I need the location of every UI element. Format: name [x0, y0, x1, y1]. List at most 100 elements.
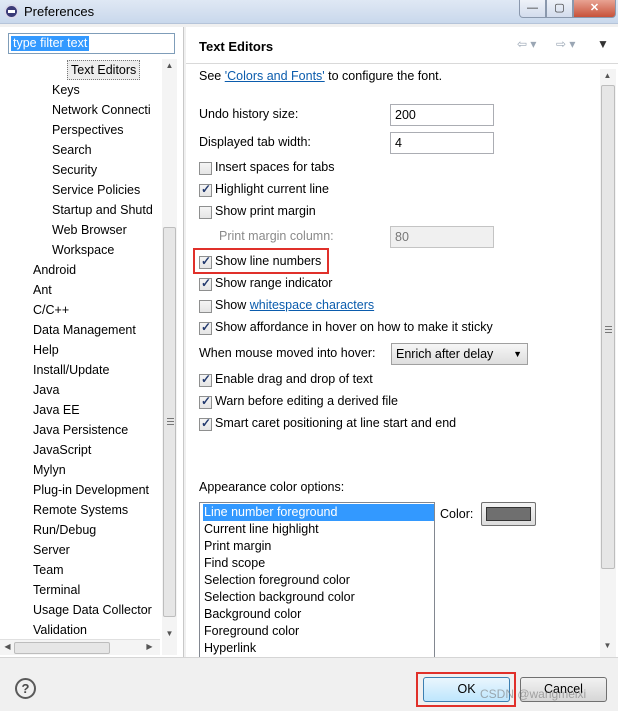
line-numbers-label: Show line numbers [215, 254, 322, 268]
forward-arrow-icon[interactable]: ⇨ ▾ [556, 37, 575, 51]
print-margin-label: Show print margin [215, 204, 316, 218]
smart-caret-checkbox[interactable] [199, 416, 212, 431]
color-picker-button[interactable] [481, 502, 536, 526]
tree-item-search[interactable]: Search [52, 140, 92, 160]
scroll-up-arrow-icon[interactable]: ▲ [162, 61, 177, 70]
tree-item-terminal[interactable]: Terminal [33, 580, 80, 600]
warn-derived-label: Warn before editing a derived file [215, 394, 398, 408]
tree-item-usage-data-collector[interactable]: Usage Data Collector [33, 600, 152, 620]
dialog-button-bar: ? OK Cancel CSDN @wangmeixi [0, 657, 618, 711]
tree-item-mylyn[interactable]: Mylyn [33, 460, 66, 480]
hover-behavior-select[interactable]: Enrich after delay ▼ [391, 343, 528, 365]
list-item[interactable]: Current line highlight [203, 521, 434, 538]
filter-input[interactable]: type filter text [8, 33, 175, 54]
insert-spaces-checkbox[interactable] [199, 162, 212, 175]
print-margin-column-input: 80 [390, 226, 494, 248]
appearance-color-list[interactable]: Line number foreground Current line high… [199, 502, 435, 657]
tree-vertical-scrollbar[interactable]: ▲ ▼ [162, 59, 177, 655]
tab-width-input[interactable]: 4 [390, 132, 494, 154]
list-item[interactable]: Line number foreground [203, 504, 434, 521]
tree-item-server[interactable]: Server [33, 540, 70, 560]
affordance-label: Show affordance in hover on how to make … [215, 320, 493, 334]
tree-item-run-debug[interactable]: Run/Debug [33, 520, 96, 540]
tree-item-java-ee[interactable]: Java EE [33, 400, 80, 420]
tree-item-java[interactable]: Java [33, 380, 59, 400]
insert-spaces-label: Insert spaces for tabs [215, 160, 335, 174]
chevron-down-icon: ▼ [513, 349, 522, 359]
whitespace-label: Show whitespace characters [215, 298, 375, 312]
tree-item-javascript[interactable]: JavaScript [33, 440, 91, 460]
scroll-up-arrow-icon[interactable]: ▲ [600, 71, 615, 80]
tree-item-text-editors[interactable]: Text Editors [67, 60, 141, 80]
scroll-right-arrow-icon[interactable]: ▶ [142, 642, 157, 651]
tree-item-install-update[interactable]: Install/Update [33, 360, 109, 380]
range-indicator-label: Show range indicator [215, 276, 333, 290]
help-icon[interactable]: ? [15, 678, 36, 699]
view-menu-icon[interactable]: ▼ [597, 37, 609, 51]
tree-hscroll-thumb[interactable] [14, 642, 110, 654]
warn-derived-checkbox[interactable] [199, 394, 212, 409]
title-bar: Preferences — ▢ ✕ [0, 0, 618, 24]
colors-fonts-link[interactable]: 'Colors and Fonts' [225, 69, 325, 83]
mouse-moved-label: When mouse moved into hover: [199, 346, 376, 360]
tree-item-web-browser[interactable]: Web Browser [52, 220, 127, 240]
undo-history-input[interactable]: 200 [390, 104, 494, 126]
drag-drop-checkbox[interactable] [199, 372, 212, 387]
list-item[interactable]: Foreground color [203, 623, 434, 640]
tree-scroll-thumb[interactable] [163, 227, 176, 617]
scroll-down-arrow-icon[interactable]: ▼ [162, 629, 177, 638]
tree-item-network-connections[interactable]: Network Connecti [52, 100, 151, 120]
tree-item-perspectives[interactable]: Perspectives [52, 120, 124, 140]
whitespace-characters-link[interactable]: whitespace characters [250, 298, 374, 312]
tree-item-validation[interactable]: Validation [33, 620, 87, 639]
settings-vertical-scrollbar[interactable]: ▲ ▼ [600, 69, 616, 657]
list-item[interactable]: Selection background color [203, 589, 434, 606]
scroll-left-arrow-icon[interactable]: ◀ [0, 642, 15, 651]
tree-item-cpp[interactable]: C/C++ [33, 300, 69, 320]
tree-item-ant[interactable]: Ant [33, 280, 52, 300]
tree-item-security[interactable]: Security [52, 160, 97, 180]
back-arrow-icon[interactable]: ⇦ ▾ [517, 37, 536, 51]
maximize-button[interactable]: ▢ [546, 0, 573, 18]
tree-item-service-policies[interactable]: Service Policies [52, 180, 140, 200]
settings-scroll-thumb[interactable] [601, 85, 615, 569]
print-margin-column-label: Print margin column: [219, 229, 334, 243]
list-item[interactable]: Selection foreground color [203, 572, 434, 589]
page-title: Text Editors [199, 39, 274, 54]
tree-item-remote-systems[interactable]: Remote Systems [33, 500, 128, 520]
tree-horizontal-scrollbar[interactable]: ◀ ▶ [0, 639, 160, 655]
tree-item-java-persistence[interactable]: Java Persistence [33, 420, 128, 440]
undo-history-label: Undo history size: [199, 107, 299, 121]
affordance-checkbox[interactable] [199, 320, 212, 335]
tree-item-startup-shutdown[interactable]: Startup and Shutd [52, 200, 153, 220]
tree-item-workspace[interactable]: Workspace [52, 240, 114, 260]
eclipse-app-icon [4, 4, 19, 19]
list-item[interactable]: Find scope [203, 555, 434, 572]
minimize-button[interactable]: — [519, 0, 546, 18]
close-button[interactable]: ✕ [573, 0, 616, 18]
drag-drop-label: Enable drag and drop of text [215, 372, 373, 386]
tree-item-plugin-development[interactable]: Plug-in Development [33, 480, 149, 500]
whitespace-checkbox[interactable] [199, 300, 212, 313]
color-swatch [486, 507, 531, 521]
appearance-label: Appearance color options: [199, 480, 345, 494]
tree-item-help[interactable]: Help [33, 340, 59, 360]
settings-content: See 'Colors and Fonts' to configure the … [186, 64, 600, 657]
tree-item-team[interactable]: Team [33, 560, 64, 580]
filter-input-text: type filter text [11, 36, 90, 51]
preference-tree: Text Editors Keys Network Connecti Persp… [0, 59, 162, 639]
list-item[interactable]: Print margin [203, 538, 434, 555]
list-item[interactable]: Hyperlink [203, 640, 434, 657]
window-title: Preferences [24, 4, 95, 19]
tree-item-data-management[interactable]: Data Management [33, 320, 136, 340]
list-item[interactable]: Background color [203, 606, 434, 623]
scroll-down-arrow-icon[interactable]: ▼ [600, 641, 615, 650]
tree-item-android[interactable]: Android [33, 260, 76, 280]
tree-item-keys[interactable]: Keys [52, 80, 80, 100]
print-margin-checkbox[interactable] [199, 206, 212, 219]
highlight-line-checkbox[interactable] [199, 182, 212, 197]
color-label: Color: [440, 507, 474, 521]
line-numbers-checkbox[interactable] [199, 254, 212, 269]
highlight-line-label: Highlight current line [215, 182, 329, 196]
range-indicator-checkbox[interactable] [199, 276, 212, 291]
